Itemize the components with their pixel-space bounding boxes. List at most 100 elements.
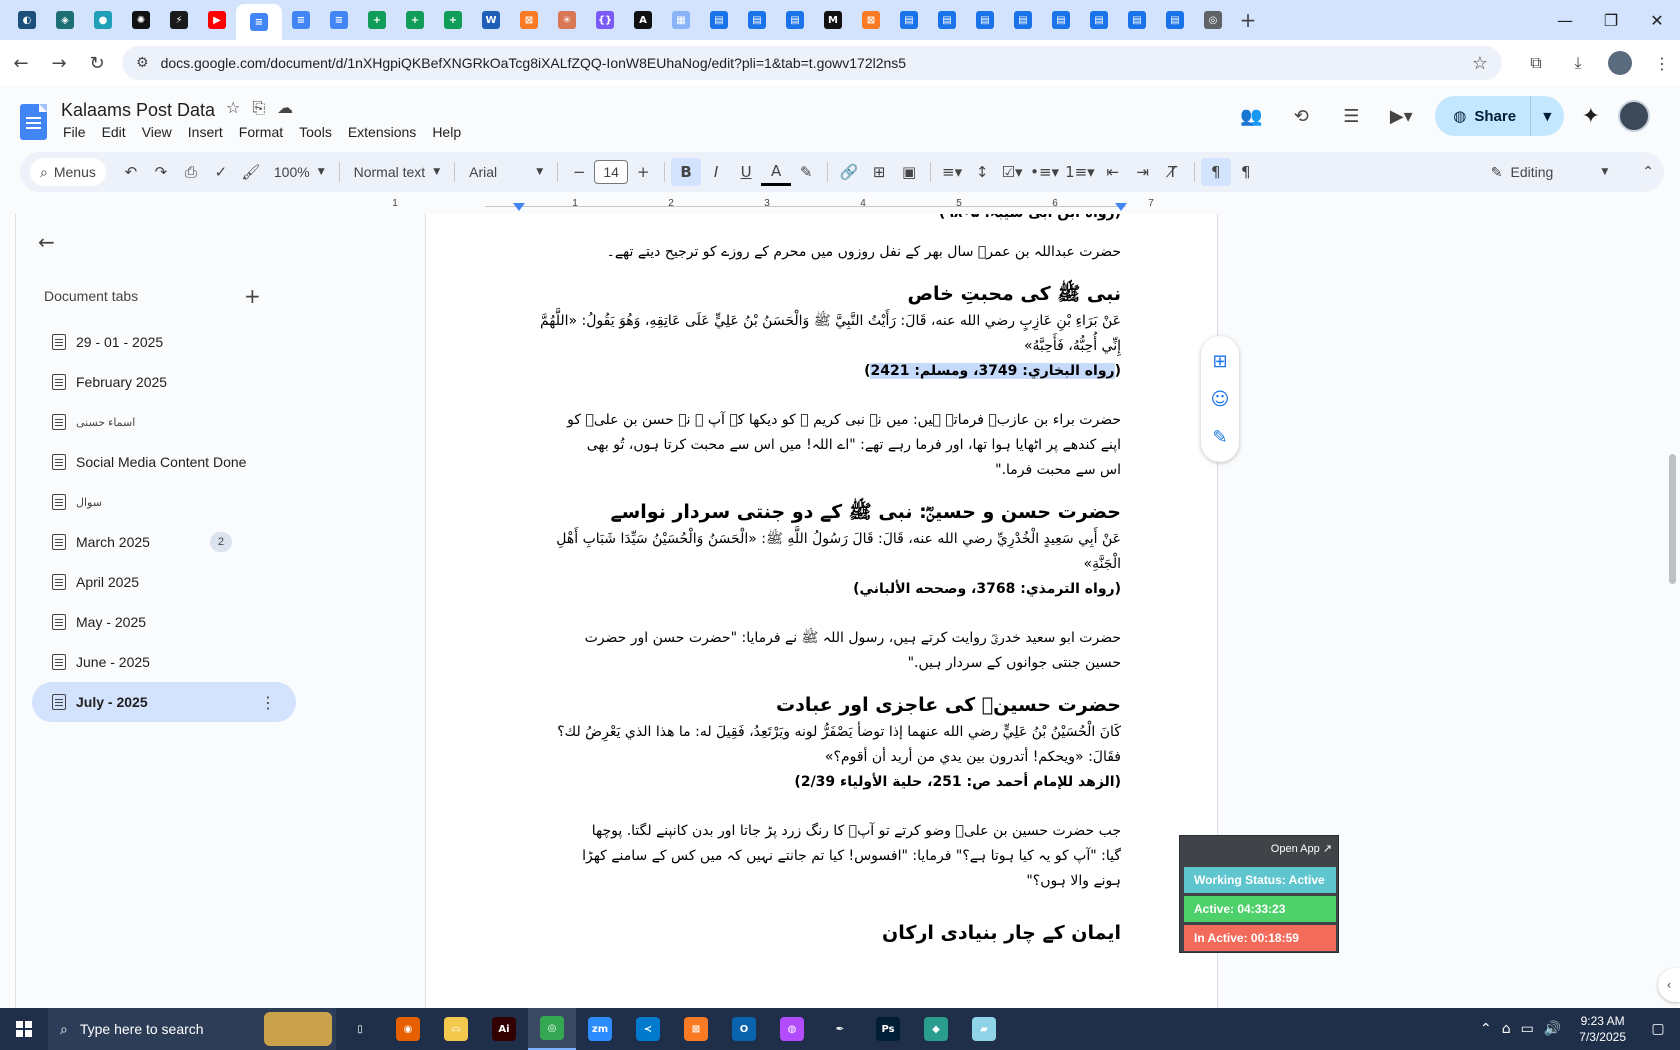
suggest-edits-icon[interactable]: ✎ — [1212, 427, 1227, 448]
doc-tab-29-01-2025[interactable]: 29 - 01 - 2025 — [32, 322, 296, 362]
decrease-font-size-icon[interactable]: − — [564, 158, 594, 186]
forms-tab-6[interactable]: ▤ — [966, 4, 1004, 36]
omnibox[interactable]: ⚙ docs.google.com/document/d/1nXHgpiQKBe… — [122, 46, 1502, 80]
style-select[interactable]: Normal text ▼ — [346, 158, 449, 186]
taskbar-app[interactable]: ▰ — [960, 1008, 1008, 1050]
forms-tab-5[interactable]: ▤ — [928, 4, 966, 36]
document-body[interactable]: (رواہ ابن ابی شیبہ: ۹۸۰۵) حضرت عبداللہ ب… — [521, 214, 1121, 948]
taskbar-app[interactable]: ▭ — [432, 1008, 480, 1050]
rtl-direction-icon[interactable]: ¶ — [1231, 158, 1261, 186]
math-tab[interactable]: A — [624, 4, 662, 36]
forms-tab-2[interactable]: ▤ — [738, 4, 776, 36]
docs-logo-icon[interactable] — [20, 104, 47, 140]
highlight-icon[interactable]: ✎ — [791, 158, 821, 186]
youtube-tab[interactable]: ▶ — [198, 4, 236, 36]
bulleted-list-icon[interactable]: •≡▾ — [1027, 158, 1062, 186]
close-icon[interactable]: ✕ — [1634, 0, 1680, 40]
volume-icon[interactable]: 🔊 — [1544, 1021, 1561, 1037]
link-icon[interactable]: 🔗 — [834, 158, 864, 186]
taskbar-app[interactable]: zm — [576, 1008, 624, 1050]
text-color-icon[interactable]: A — [761, 158, 792, 186]
search-highlight-image[interactable] — [264, 1012, 332, 1046]
forms-tab-8[interactable]: ▤ — [1042, 4, 1080, 36]
move-icon[interactable]: ⎘ — [252, 98, 265, 118]
sheets-tab-2[interactable]: + — [396, 4, 434, 36]
taskbar-app[interactable]: ◉ — [384, 1008, 432, 1050]
comments-icon[interactable]: ☰ — [1335, 100, 1367, 132]
menu-tools[interactable]: Tools — [291, 124, 340, 140]
taskbar-app[interactable]: ⊠ — [672, 1008, 720, 1050]
taskbar-search[interactable]: ⌕ Type here to search — [48, 1008, 336, 1050]
star-icon[interactable]: ☆ — [226, 98, 240, 118]
share-button[interactable]: ◍ Share ▼ — [1435, 96, 1564, 136]
align-icon[interactable]: ≡▾ — [937, 158, 967, 186]
menu-edit[interactable]: Edit — [94, 124, 134, 140]
menu-extensions[interactable]: Extensions — [340, 124, 424, 140]
start-button[interactable] — [0, 1008, 48, 1050]
document-page[interactable]: (رواہ ابن ابی شیبہ: ۹۸۰۵) حضرت عبداللہ ب… — [425, 214, 1218, 1008]
add-tab-icon[interactable]: + — [244, 284, 261, 308]
notifications-icon[interactable]: ▢ — [1644, 1021, 1672, 1037]
right-indent-marker[interactable] — [1115, 203, 1127, 211]
forms-tab-11[interactable]: ▤ — [1156, 4, 1194, 36]
print-icon[interactable]: ⎙ — [176, 158, 206, 186]
taskbar-app[interactable]: ◎ — [528, 1008, 576, 1050]
xampp-tab[interactable]: ⊠ — [510, 4, 548, 36]
font-select[interactable]: Arial ▼ — [461, 158, 551, 186]
taskbar-app[interactable]: O — [720, 1008, 768, 1050]
profile-avatar[interactable] — [1606, 49, 1634, 77]
doc-tab-april-2025[interactable]: April 2025 — [32, 562, 296, 602]
back-arrow-icon[interactable]: ← — [38, 230, 55, 254]
editing-mode-select[interactable]: ✎ Editing ▼ — [1477, 164, 1622, 181]
insert-image-icon[interactable]: ▣ — [894, 158, 924, 186]
grok-tab[interactable]: ◐ — [8, 4, 46, 36]
meet-icon[interactable]: ▶▾ — [1385, 100, 1417, 132]
taskbar-app[interactable]: ◆ — [912, 1008, 960, 1050]
paint-format-icon[interactable]: 🖌 — [236, 158, 266, 186]
clear-formatting-icon[interactable]: T̸ — [1158, 158, 1188, 186]
scrollbar-thumb[interactable] — [1669, 454, 1676, 584]
word-tab[interactable]: W — [472, 4, 510, 36]
menus-search[interactable]: ⌕ Menus — [30, 158, 106, 186]
doc-tab-sawal[interactable]: سوال — [32, 482, 296, 522]
sheets-tab-1[interactable]: + — [358, 4, 396, 36]
cloud-saved-icon[interactable]: ☁ — [277, 98, 293, 118]
extensions-icon[interactable]: ⧉ — [1522, 49, 1550, 77]
open-app-link[interactable]: Open App ↗ — [1271, 842, 1332, 855]
doc-tab-asma-husna[interactable]: اسماء حسنی — [32, 402, 296, 442]
emoji-reaction-icon[interactable]: ☺ — [1211, 389, 1230, 410]
selected-text[interactable]: رواه البخاري: 3749، ومسلم: 2421 — [870, 363, 1115, 379]
new-tab-icon[interactable]: + — [1232, 4, 1264, 36]
numbered-list-icon[interactable]: 1≡▾ — [1062, 158, 1098, 186]
document-title[interactable]: Kalaams Post Data — [61, 100, 215, 121]
back-icon[interactable]: ← — [4, 46, 38, 80]
site-info-icon[interactable]: ⚙ — [136, 55, 149, 71]
taskbar-app[interactable]: ✒ — [816, 1008, 864, 1050]
increase-font-size-icon[interactable]: + — [628, 158, 658, 186]
taskbar-app[interactable]: ≺ — [624, 1008, 672, 1050]
reload-icon[interactable]: ↻ — [80, 46, 114, 80]
medium-tab[interactable]: M — [814, 4, 852, 36]
menu-view[interactable]: View — [134, 124, 180, 140]
taskbar-app[interactable]: ▯ — [336, 1008, 384, 1050]
zoom-select[interactable]: 100% ▼ — [266, 158, 333, 186]
sheets-tab-3[interactable]: + — [434, 4, 472, 36]
increase-indent-icon[interactable]: ⇥ — [1128, 158, 1158, 186]
network-icon[interactable]: ⌂ — [1502, 1021, 1511, 1037]
grid-tab[interactable]: ▦ — [662, 4, 700, 36]
bookmark-star-icon[interactable]: ☆ — [1472, 53, 1488, 74]
doc-tab-june-2025[interactable]: June - 2025 — [32, 642, 296, 682]
left-indent-marker[interactable] — [513, 203, 525, 211]
doc-tab-march-2025[interactable]: March 2025 2 — [32, 522, 296, 562]
show-hidden-icons-icon[interactable]: ⌃ — [1480, 1021, 1492, 1037]
forms-tab-1[interactable]: ▤ — [700, 4, 738, 36]
undo-icon[interactable]: ↶ — [116, 158, 146, 186]
spellcheck-icon[interactable]: ✓ — [206, 158, 236, 186]
site-tab[interactable]: ◈ — [46, 4, 84, 36]
url-text[interactable]: docs.google.com/document/d/1nXHgpiQKBefX… — [161, 55, 1472, 71]
tab-options-icon[interactable]: ⋮ — [260, 693, 276, 712]
forms-tab-4[interactable]: ▤ — [890, 4, 928, 36]
add-comment-icon[interactable]: ⊞ — [864, 158, 894, 186]
horizontal-ruler[interactable]: 1 1 2 3 4 5 6 7 — [392, 198, 1218, 214]
line-spacing-icon[interactable]: ↕ — [967, 158, 997, 186]
